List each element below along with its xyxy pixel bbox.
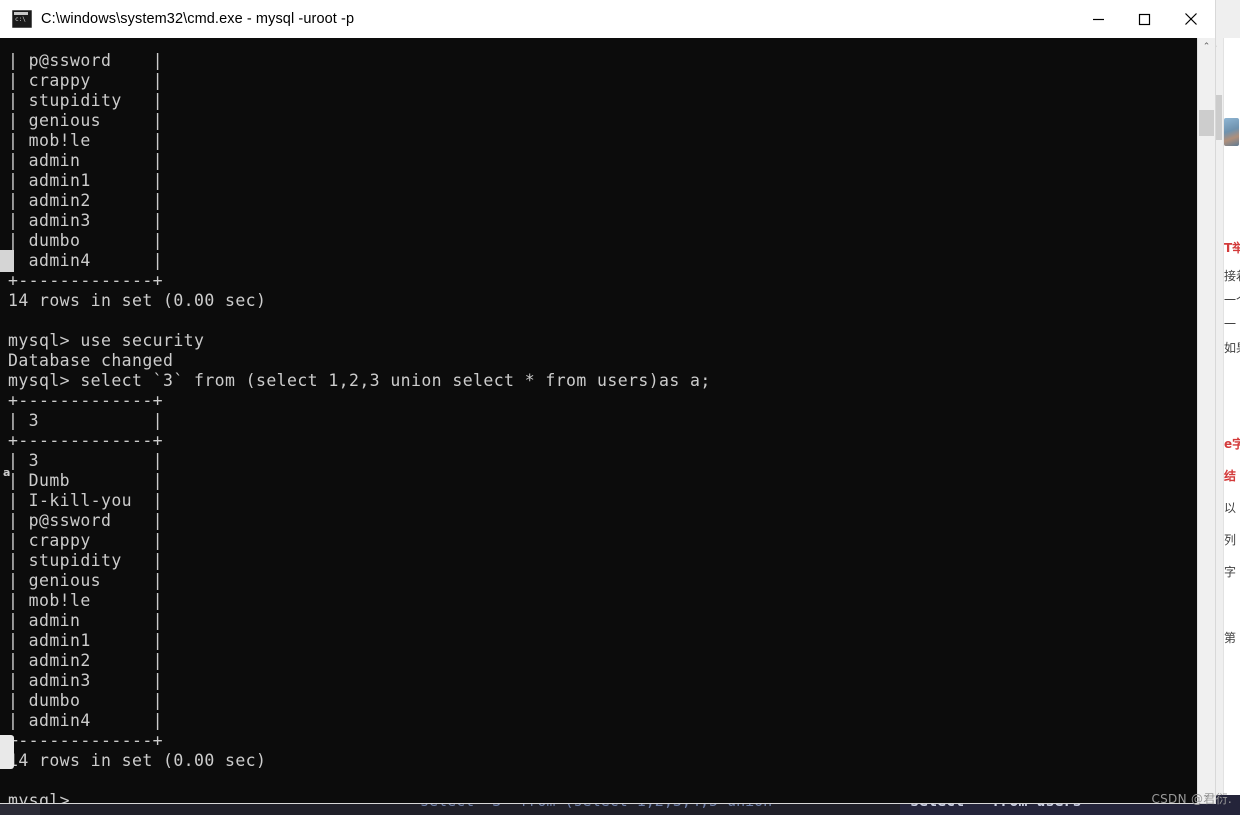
background-text-fragment: 第 bbox=[1224, 631, 1237, 645]
terminal-output-area[interactable]: | p@ssword | | crappy | | stupidity | | … bbox=[0, 38, 1215, 803]
background-stray-glyph: a bbox=[3, 466, 11, 479]
background-text-fragment: 以 bbox=[1224, 501, 1237, 515]
background-text-fragment: 结 bbox=[1224, 469, 1237, 483]
background-text-fragment: 一 bbox=[1224, 317, 1237, 331]
terminal-text: | p@ssword | | crappy | | stupidity | | … bbox=[8, 50, 711, 804]
terminal-scrollbar[interactable]: ⌃ ⌄ bbox=[1197, 38, 1215, 803]
background-text-fragment: 字 bbox=[1224, 565, 1237, 579]
background-window-nub bbox=[0, 250, 14, 272]
background-text-fragment: 如果 bbox=[1224, 341, 1240, 355]
scroll-up-icon[interactable]: ⌃ bbox=[1198, 38, 1215, 55]
background-text-fragment: 列 bbox=[1224, 533, 1237, 547]
minimize-button[interactable] bbox=[1075, 0, 1121, 38]
background-text-fragment: e字 bbox=[1224, 437, 1240, 451]
window-titlebar[interactable]: C:\windows\system32\cmd.exe - mysql -uro… bbox=[0, 0, 1215, 39]
avatar bbox=[1224, 118, 1239, 146]
background-text-fragment: T举 bbox=[1224, 241, 1240, 255]
maximize-button[interactable] bbox=[1121, 0, 1167, 38]
csdn-watermark: CSDN @君衍. bbox=[1151, 792, 1232, 806]
cmd-terminal-window[interactable]: C:\windows\system32\cmd.exe - mysql -uro… bbox=[0, 0, 1215, 803]
window-title: C:\windows\system32\cmd.exe - mysql -uro… bbox=[41, 11, 355, 27]
terminal-scrollbar-thumb[interactable] bbox=[1199, 110, 1214, 136]
close-button[interactable] bbox=[1167, 0, 1215, 38]
screen-root: ⌃ T举 接着 一个 一 如果 e字 结 以 列 字 第 C:\windows\… bbox=[0, 0, 1240, 815]
cmd-console-icon bbox=[12, 10, 32, 28]
background-text-fragment: 接着 bbox=[1224, 269, 1240, 283]
background-article-card bbox=[1223, 38, 1240, 815]
background-text-fragment: 一个 bbox=[1224, 293, 1240, 307]
background-window-nub bbox=[0, 735, 14, 769]
